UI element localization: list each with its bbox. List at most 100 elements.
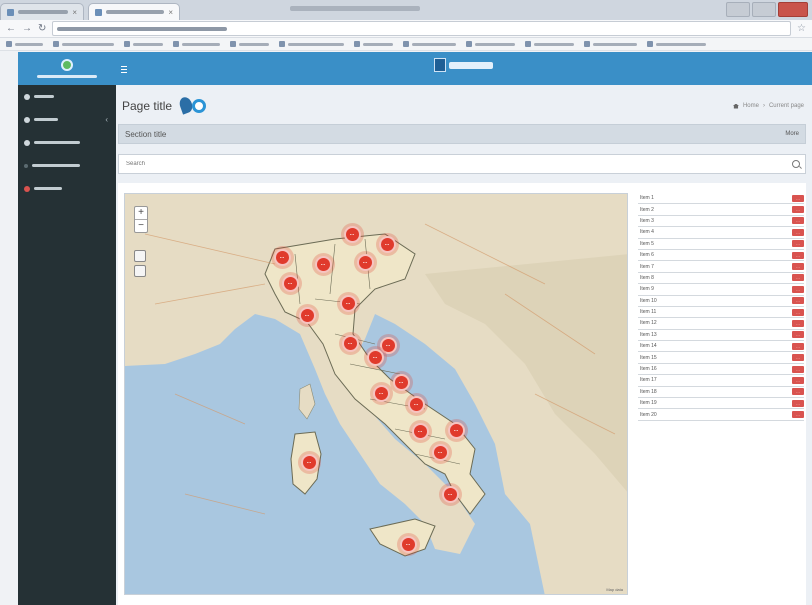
browser-tab-2[interactable]: ×	[88, 3, 180, 20]
window-title	[290, 6, 420, 11]
map-cluster-marker[interactable]: …	[441, 485, 459, 503]
bookmark-item[interactable]	[230, 41, 269, 47]
home-icon[interactable]	[732, 103, 739, 109]
bookmarks-bar	[0, 38, 812, 51]
bookmark-item[interactable]	[173, 41, 220, 47]
map-cluster-marker[interactable]: …	[366, 348, 384, 366]
zoom-out-button[interactable]: −	[135, 219, 147, 232]
locate-icon[interactable]	[134, 265, 146, 277]
bookmark-item[interactable]	[525, 41, 574, 47]
sidebar-item-label	[34, 141, 80, 144]
list-item[interactable]: Item 8…	[638, 273, 804, 285]
map-cluster-marker[interactable]: …	[341, 334, 359, 352]
list-item[interactable]: Item 14…	[638, 341, 804, 353]
bookmark-item[interactable]	[279, 41, 344, 47]
list-item[interactable]: Item 2…	[638, 204, 804, 216]
list-item[interactable]: Item 13…	[638, 330, 804, 342]
bookmark-item[interactable]	[647, 41, 706, 47]
map-cluster-marker[interactable]: …	[300, 453, 318, 471]
forward-arrow-icon[interactable]: →	[22, 23, 32, 34]
list-item[interactable]: Item 12…	[638, 318, 804, 330]
map-cluster-marker[interactable]: …	[399, 535, 417, 553]
sidebar-item-5[interactable]	[18, 177, 116, 200]
count-badge: …	[792, 376, 804, 384]
sidebar-item-4[interactable]	[18, 154, 116, 177]
map-view[interactable]: + − … … … … … … … … … … … … … … … … … …	[124, 193, 628, 595]
zoom-in-button[interactable]: +	[135, 207, 147, 219]
map-cluster-marker[interactable]: …	[431, 443, 449, 461]
list-item[interactable]: Item 6…	[638, 250, 804, 262]
bookmark-item[interactable]	[53, 41, 114, 47]
maximize-button[interactable]	[752, 2, 776, 17]
count-badge: …	[792, 354, 804, 362]
browser-tabbar: × ×	[0, 0, 812, 21]
list-item[interactable]: Item 1…	[638, 193, 804, 205]
bookmark-item[interactable]	[124, 41, 163, 47]
bookmark-item[interactable]	[403, 41, 456, 47]
map-cluster-marker[interactable]: …	[379, 336, 397, 354]
sidebar-item-1[interactable]	[18, 85, 116, 108]
breadcrumb-home[interactable]: Home	[743, 103, 759, 109]
list-item[interactable]: Item 9 …	[638, 284, 804, 296]
minimize-button[interactable]	[726, 2, 750, 17]
search-input[interactable]	[124, 160, 792, 168]
region-list: Item 1… Item 2… Item 3… Item 4… Item 5… Item …	[638, 193, 804, 421]
bookmark-item[interactable]	[584, 41, 637, 47]
list-item[interactable]: Item 16…	[638, 364, 804, 376]
list-item[interactable]: Item 17…	[638, 375, 804, 387]
list-item[interactable]: Item 5…	[638, 239, 804, 250]
map-cluster-marker[interactable]: …	[273, 248, 291, 266]
close-tab-icon[interactable]: ×	[168, 8, 173, 17]
more-info-link[interactable]: More	[785, 131, 799, 137]
bookmark-label	[412, 42, 456, 46]
sidebar-item-3[interactable]	[18, 131, 116, 154]
app-logo[interactable]	[434, 58, 493, 72]
region-name: Item 16	[640, 366, 657, 373]
brand-logo[interactable]	[18, 52, 116, 85]
map-cluster-marker[interactable]: …	[343, 225, 361, 243]
list-item[interactable]: Item 11…	[638, 307, 804, 319]
map-cluster-marker[interactable]: …	[339, 294, 357, 312]
map-cluster-marker[interactable]: …	[281, 274, 299, 292]
map-cluster-marker[interactable]: …	[314, 255, 332, 273]
tab-favicon-icon	[95, 8, 102, 16]
search-icon[interactable]	[792, 160, 800, 168]
count-badge: …	[792, 285, 804, 293]
region-name: Item 9	[640, 286, 654, 293]
list-item[interactable]: Item 3…	[638, 216, 804, 228]
count-badge: …	[792, 251, 804, 259]
bookmark-item[interactable]	[354, 41, 393, 47]
sidebar-item-2[interactable]: ‹	[18, 108, 116, 131]
reload-icon[interactable]: ↻	[38, 23, 46, 34]
list-item[interactable]: Item 18…	[638, 387, 804, 399]
back-arrow-icon[interactable]: ←	[6, 23, 16, 34]
close-window-button[interactable]	[778, 2, 808, 17]
map-cluster-marker[interactable]: …	[372, 384, 390, 402]
map-cluster-marker[interactable]: …	[378, 235, 396, 253]
map-cluster-marker[interactable]: …	[298, 306, 316, 324]
list-item[interactable]: Item 20…	[638, 409, 804, 421]
list-item[interactable]: Item 15…	[638, 352, 804, 364]
region-name: Item 4	[640, 229, 654, 236]
bookmark-item[interactable]	[6, 41, 43, 47]
map-attribution[interactable]: Map data	[606, 587, 623, 592]
map-cluster-marker[interactable]: …	[392, 373, 410, 391]
browser-tab-1[interactable]: ×	[0, 3, 84, 20]
map-cluster-marker[interactable]: …	[356, 253, 374, 271]
list-item[interactable]: Item 4…	[638, 227, 804, 239]
count-badge: …	[792, 194, 804, 202]
hamburger-icon[interactable]	[121, 66, 127, 73]
map-cluster-marker[interactable]: …	[407, 395, 425, 413]
bookmark-star-icon[interactable]: ☆	[797, 23, 806, 34]
list-item[interactable]: Item 19…	[638, 398, 804, 410]
bookmark-icon	[173, 41, 179, 47]
map-cluster-marker[interactable]: …	[411, 422, 429, 440]
map-panel: + − … … … … … … … … … … … … … … … … … …	[118, 183, 806, 605]
close-tab-icon[interactable]: ×	[72, 8, 77, 17]
list-item[interactable]: Item 10…	[638, 296, 804, 307]
bookmark-item[interactable]	[466, 41, 515, 47]
layers-icon[interactable]	[134, 250, 146, 262]
address-bar[interactable]	[52, 21, 792, 36]
list-item[interactable]: Item 7…	[638, 261, 804, 273]
map-cluster-marker[interactable]: …	[447, 421, 465, 439]
